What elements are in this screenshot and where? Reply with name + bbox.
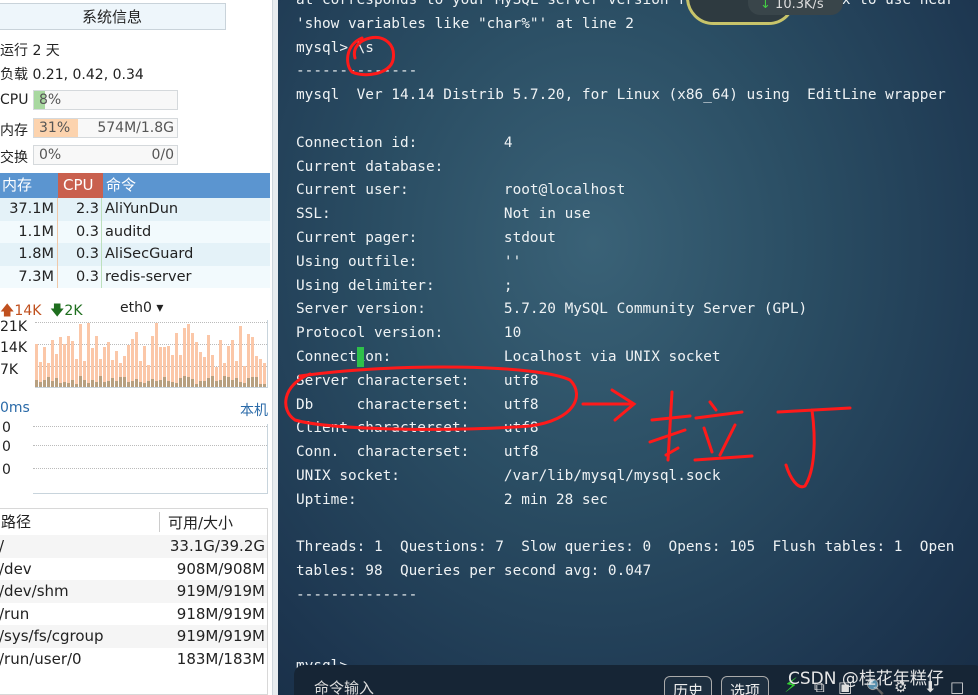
arrow-mark [581,388,637,422]
red-annotations [284,35,852,489]
handwriting-latin [648,390,852,489]
circle-mark [346,35,395,77]
ellipse-mark [284,365,578,431]
